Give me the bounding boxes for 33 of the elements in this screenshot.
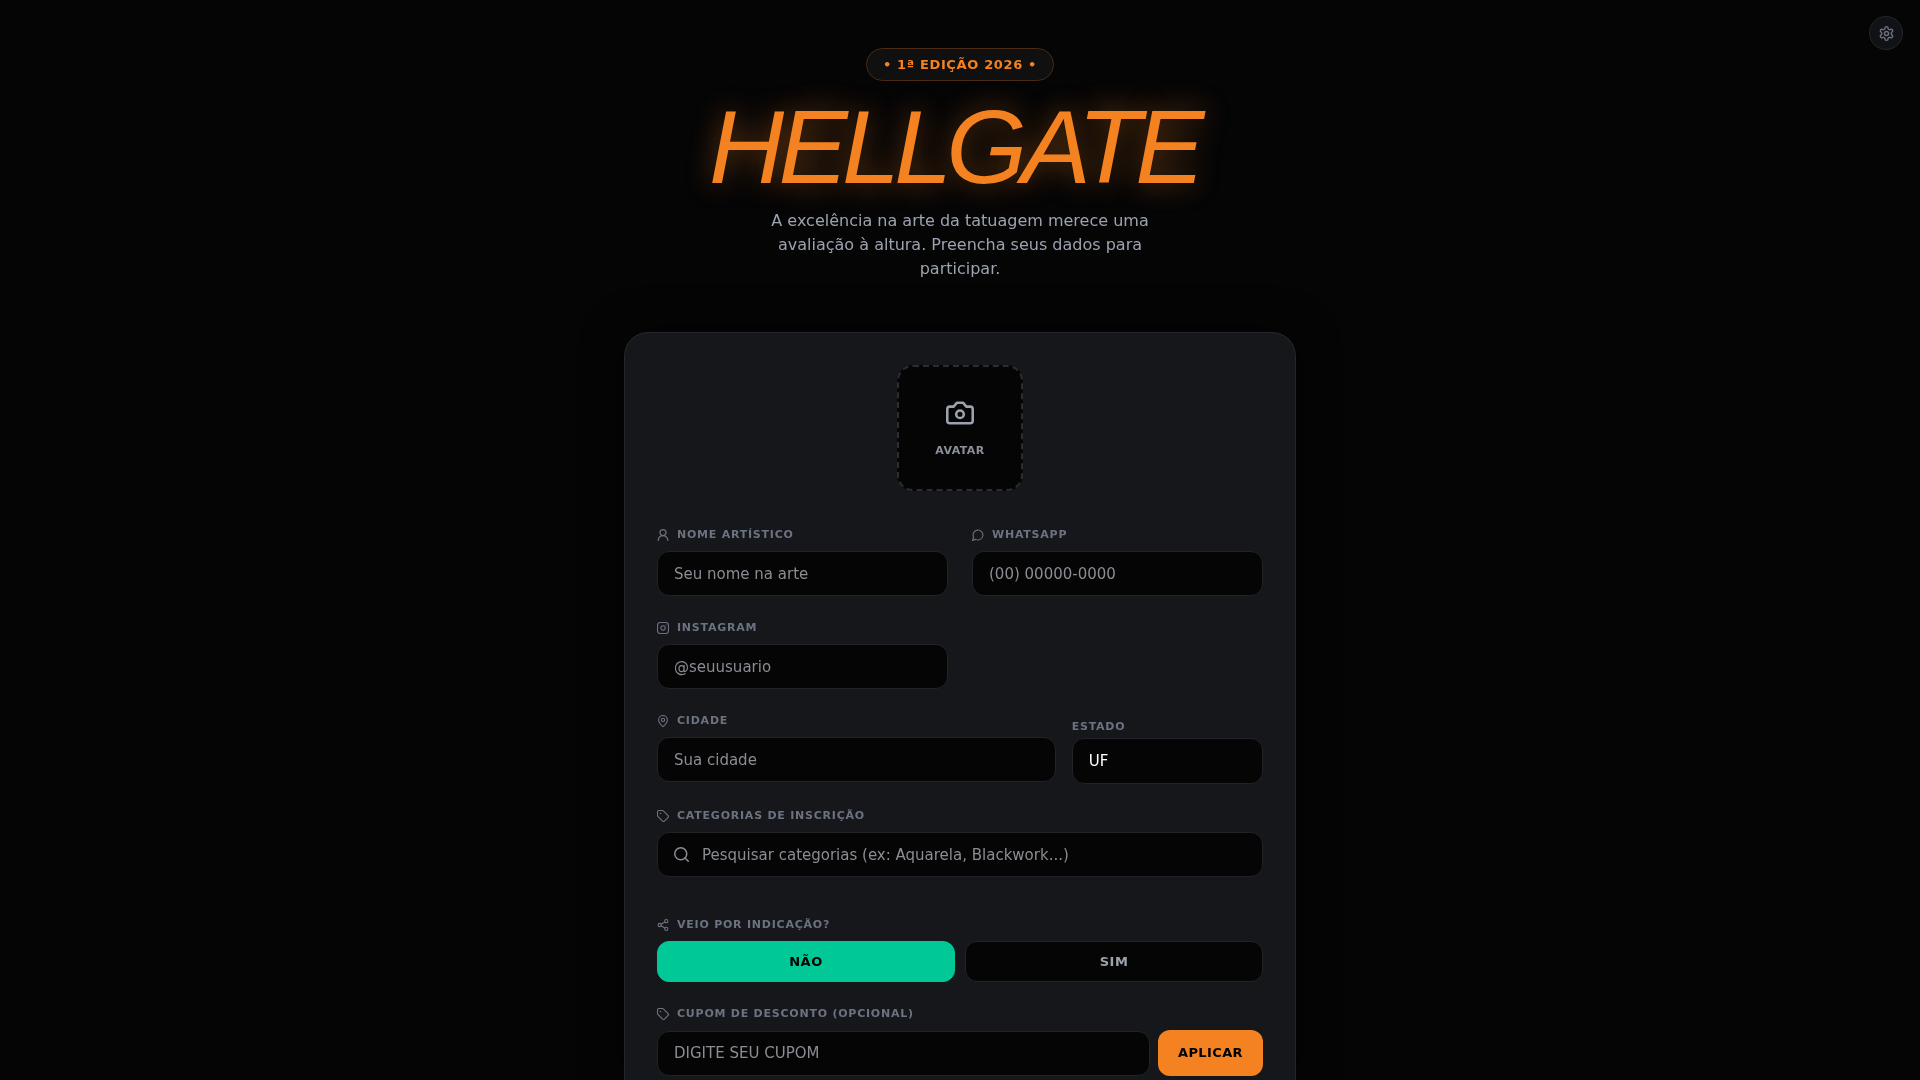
person-icon <box>657 529 669 541</box>
field-label: INSTAGRAM <box>677 620 758 636</box>
intro-text: A excelência na arte da tatuagem merece uma avaliação à altura. Preencha seus dados para participar. <box>770 210 1150 280</box>
text-input[interactable]: (00) 00000-0000 <box>972 551 1263 596</box>
text-input[interactable]: Sua cidade <box>657 737 1056 782</box>
field-label: ESTADO <box>1071 719 1126 735</box>
share-icon <box>657 919 669 931</box>
toggle-option[interactable]: NÃO <box>657 941 955 982</box>
brand-title: HELLGATE <box>709 95 1211 199</box>
search-field[interactable]: Pesquisar categorias (ex: Aquarela, Blackwork...) <box>657 832 1263 877</box>
settings-icon <box>1878 25 1894 41</box>
settings-button[interactable] <box>1869 16 1903 50</box>
field-label: WHATSAPP <box>992 527 1068 543</box>
chat-bubble-icon <box>972 529 984 541</box>
field-label: VEIO POR INDICAÇÃO? <box>677 917 831 933</box>
search-icon <box>674 847 689 862</box>
field-label: NOME ARTÍSTICO <box>677 527 794 543</box>
state-select[interactable]: UF <box>1071 738 1263 784</box>
field-label: CIDADE <box>677 713 729 729</box>
coupon-input[interactable]: DIGITE SEU CUPOM <box>657 1030 1150 1076</box>
tag-icon <box>657 1008 669 1020</box>
camera-outline-icon <box>657 622 669 634</box>
avatar-upload[interactable]: AVATAR <box>897 365 1023 491</box>
toggle-option[interactable]: SIM <box>965 941 1263 982</box>
field-label: CUPOM DE DESCONTO (OPCIONAL) <box>677 1006 914 1022</box>
text-input[interactable]: Seu nome na arte <box>657 551 948 596</box>
field-label: CATEGORIAS DE INSCRIÇÃO <box>677 808 865 824</box>
apply-button[interactable]: APLICAR <box>1158 1030 1263 1076</box>
tag-icon <box>657 810 669 822</box>
map-pin-icon <box>657 715 669 727</box>
text-input[interactable]: @seuusuario <box>657 644 948 689</box>
edition-badge: • 1ª EDIÇÃO 2026 • <box>865 48 1055 81</box>
camera-icon <box>946 401 974 425</box>
